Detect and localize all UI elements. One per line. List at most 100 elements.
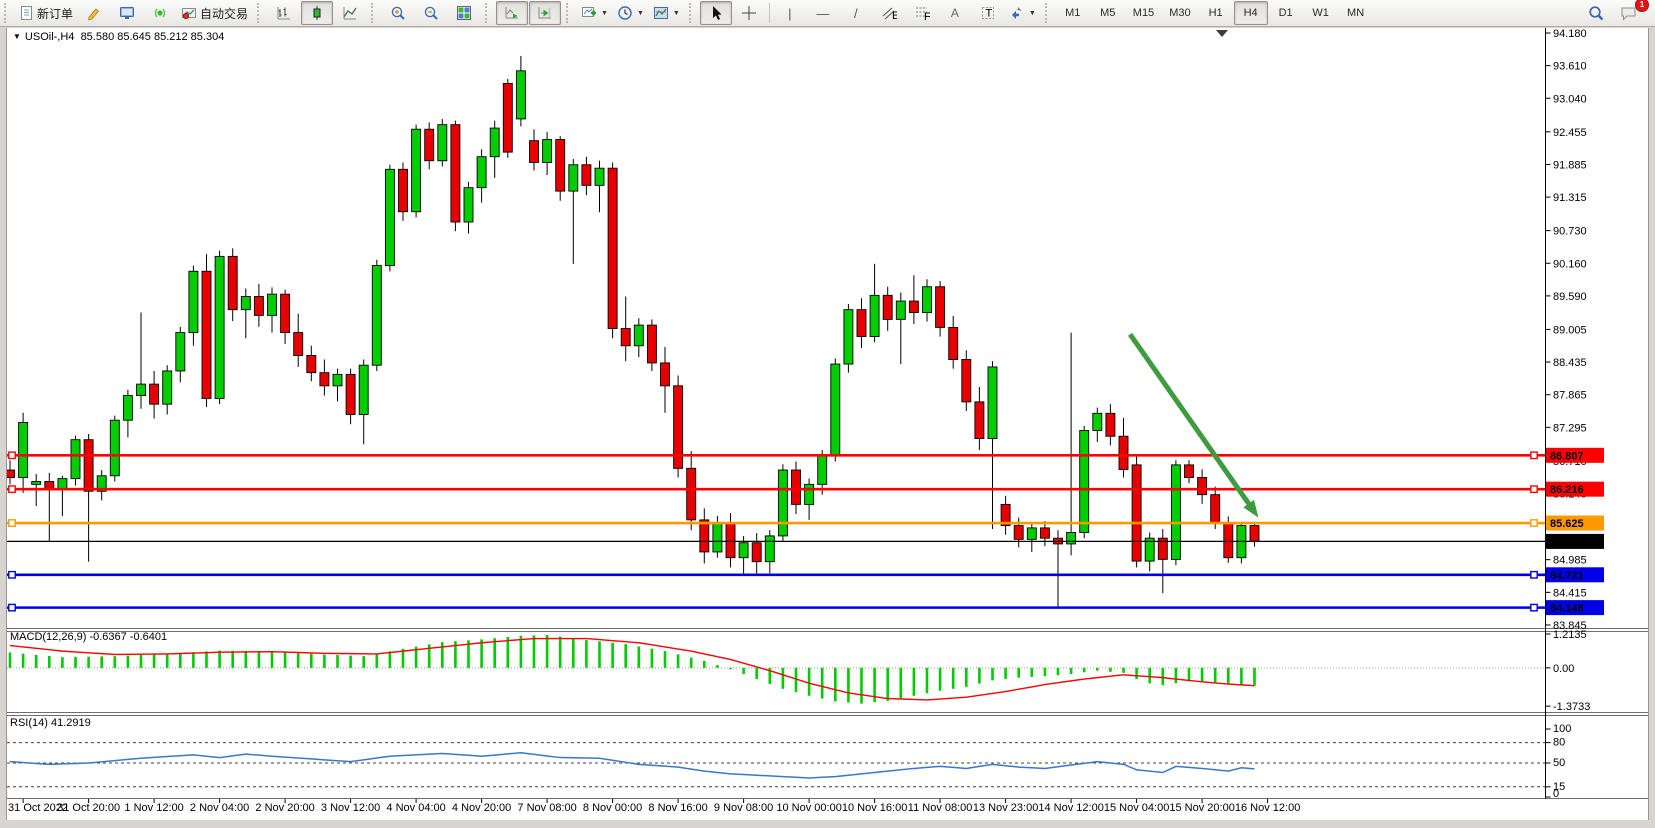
new-chart-icon — [581, 5, 597, 21]
time-label: 2 Nov 04:00 — [190, 802, 249, 814]
timeframe-button-M15[interactable]: M15 — [1126, 1, 1161, 25]
chart-shift-icon — [537, 5, 553, 21]
price-tick-label: 84.985 — [1553, 555, 1587, 567]
candle-body — [726, 523, 735, 557]
new-chart-button[interactable]: ▼ — [577, 1, 612, 25]
candle-body — [896, 301, 905, 319]
time-label: 10 Nov 16:00 — [842, 802, 907, 814]
timeframe-button-MN[interactable]: MN — [1339, 1, 1373, 25]
candle-body — [792, 470, 801, 504]
line-anchor[interactable] — [9, 604, 15, 610]
macd-axis-label: 0.00 — [1553, 663, 1574, 675]
line-anchor[interactable] — [9, 572, 15, 578]
timeframe-button-M5[interactable]: M5 — [1091, 1, 1125, 25]
crosshair-tool-button[interactable] — [733, 1, 765, 25]
time-label: 10 Nov 00:00 — [776, 802, 841, 814]
toolbar-drag-handle[interactable] — [4, 3, 11, 23]
zoom-out-icon — [423, 5, 440, 21]
timeframe-button-M30[interactable]: M30 — [1162, 1, 1197, 25]
timeframe-button-W1[interactable]: W1 — [1304, 1, 1338, 25]
line-anchor[interactable] — [9, 452, 15, 458]
candle-body — [543, 140, 552, 163]
new-order-label: 新订单 — [37, 5, 73, 22]
candle-body — [176, 333, 185, 371]
price-tick-label: 90.730 — [1553, 226, 1587, 238]
toolbar-drag-handle[interactable] — [566, 3, 573, 23]
vertical-line-tool-button[interactable]: | — [774, 1, 806, 25]
price-label-86.216: 86.216 — [1546, 482, 1604, 497]
rsi-axis-label: 100 — [1553, 723, 1571, 735]
price-tick-label: 94.180 — [1553, 28, 1587, 40]
bar-chart-mode-button[interactable] — [268, 1, 300, 25]
dropdown-caret-icon: ▼ — [1029, 10, 1036, 17]
timeframe-button-H1[interactable]: H1 — [1199, 1, 1233, 25]
window-right-frame — [1648, 28, 1655, 820]
signals-button[interactable] — [144, 1, 176, 25]
svg-text:T: T — [985, 8, 992, 20]
time-label: 7 Nov 08:00 — [517, 802, 576, 814]
candle-body — [1119, 436, 1128, 469]
price-tick-label: 87.295 — [1553, 422, 1587, 434]
terminal-button[interactable] — [111, 1, 143, 25]
line-anchor[interactable] — [9, 520, 15, 526]
zoom-out-button[interactable] — [415, 1, 447, 25]
timeframe-button-M1[interactable]: M1 — [1056, 1, 1090, 25]
svg-text:E: E — [892, 10, 897, 21]
line-anchor[interactable] — [1531, 452, 1537, 458]
bar-chart-icon — [276, 5, 292, 21]
time-label: 31 Oct 20:00 — [57, 802, 120, 814]
equidistant-channel-tool-button[interactable]: E — [873, 1, 905, 25]
candle-body — [438, 125, 447, 161]
trendline-tool-button[interactable]: / — [840, 1, 872, 25]
time-label: 15 Nov 04:00 — [1104, 802, 1169, 814]
line-anchor[interactable] — [9, 486, 15, 492]
tile-windows-button[interactable] — [448, 1, 480, 25]
auto-scroll-button[interactable] — [496, 1, 528, 25]
svg-text:F: F — [924, 11, 930, 21]
text-label-tool-button[interactable]: T — [972, 1, 1004, 25]
price-tick-label: 84.415 — [1553, 587, 1587, 599]
toolbar-drag-handle[interactable] — [257, 3, 264, 23]
timeframe-button-H4[interactable]: H4 — [1234, 1, 1268, 25]
templates-button[interactable]: ▼ — [649, 1, 684, 25]
timeframe-button-D1[interactable]: D1 — [1269, 1, 1303, 25]
candle-body — [962, 359, 971, 401]
toolbar-drag-handle[interactable] — [689, 3, 696, 23]
line-anchor[interactable] — [1531, 604, 1537, 610]
line-anchor[interactable] — [1531, 520, 1537, 526]
search-button[interactable] — [1580, 1, 1612, 25]
autotrading-button[interactable]: 自动交易 — [177, 1, 252, 25]
toolbar-drag-handle[interactable] — [485, 3, 492, 23]
new-order-button[interactable]: 新订单 — [15, 1, 77, 25]
line-chart-mode-button[interactable] — [334, 1, 366, 25]
chat-button[interactable]: 1 — [1613, 1, 1645, 25]
toolbar-drag-handle[interactable] — [1045, 3, 1052, 23]
candle-body — [752, 543, 761, 562]
cursor-tool-button[interactable] — [700, 1, 732, 25]
text-tool-button[interactable]: A — [939, 1, 971, 25]
candle-body — [818, 456, 827, 485]
vertical-line-icon: | — [788, 7, 791, 20]
fibonacci-tool-button[interactable]: F — [906, 1, 938, 25]
line-anchor[interactable] — [1531, 572, 1537, 578]
candle-body — [1093, 413, 1102, 430]
candlestick-mode-button[interactable] — [301, 1, 333, 25]
timeframe-group: M1M5M15M30H1H4D1W1MN — [1056, 1, 1373, 25]
candle-body — [241, 296, 250, 309]
zoom-in-button[interactable] — [382, 1, 414, 25]
price-tick-label: 93.610 — [1553, 61, 1587, 73]
time-axis[interactable]: 31 Oct 202231 Oct 20:001 Nov 12:002 Nov … — [8, 799, 1300, 814]
candle-body — [975, 402, 984, 439]
line-anchor[interactable] — [1531, 486, 1537, 492]
horizontal-line-tool-button[interactable]: — — [807, 1, 839, 25]
candle-body — [1132, 465, 1141, 561]
candle-body — [530, 141, 539, 163]
chart-shift-button[interactable] — [529, 1, 561, 25]
metaeditor-button[interactable] — [78, 1, 110, 25]
periods-button[interactable]: ▼ — [613, 1, 648, 25]
arrows-tool-button[interactable]: ▼ — [1005, 1, 1040, 25]
chart-canvas[interactable]: 94.18093.61093.04092.45591.88591.31590.7… — [0, 28, 1655, 820]
candle-body — [19, 422, 28, 477]
toolbar-drag-handle[interactable] — [371, 3, 378, 23]
candle-body — [634, 325, 643, 346]
